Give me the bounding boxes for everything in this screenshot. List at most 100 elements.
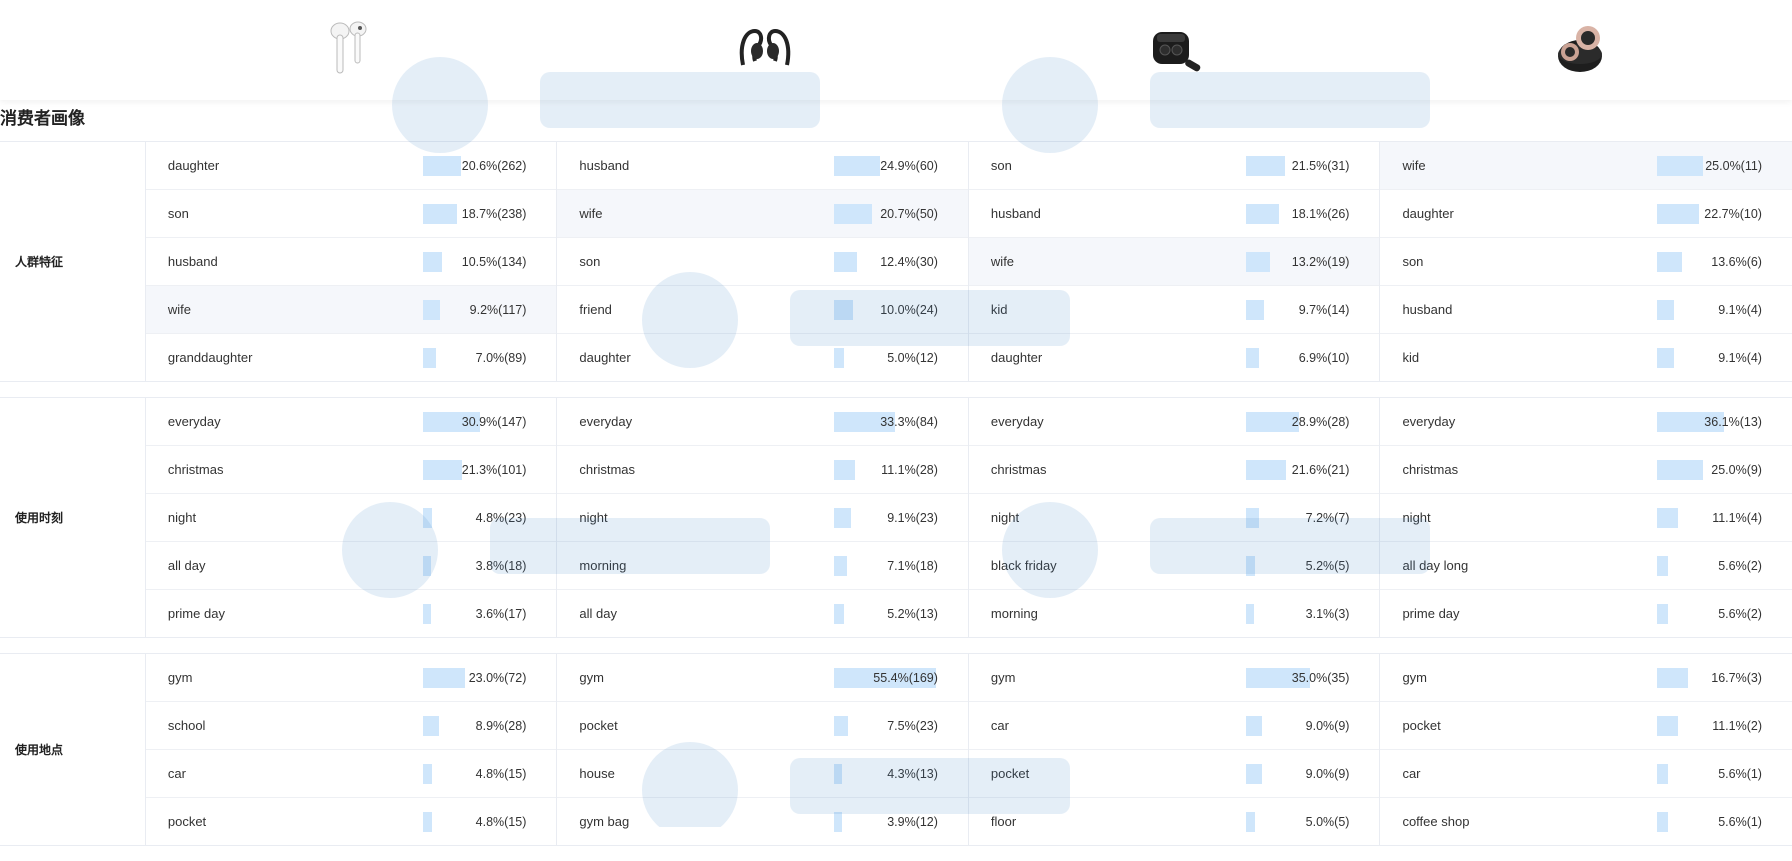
keyword-label: car	[990, 718, 1009, 733]
percent-value: 28.9%(28)	[1291, 414, 1350, 429]
table-row[interactable]: night 7.2%(7)	[968, 494, 1380, 542]
table-row[interactable]: christmas 21.6%(21)	[968, 446, 1380, 494]
percent-bar	[1657, 252, 1683, 272]
product-1-image[interactable]	[305, 14, 395, 86]
percent-bar	[834, 556, 848, 576]
percent-bar	[834, 508, 852, 528]
table-row[interactable]: daughter 20.6%(262)	[145, 142, 557, 190]
table-row[interactable]: car 4.8%(15)	[145, 750, 557, 798]
table-row[interactable]: husband 10.5%(134)	[145, 238, 557, 286]
section-2: 使用地点 gym 23.0%(72) school 8.9%(28) car 4.8%(15…	[0, 653, 1792, 846]
keyword-label: gym	[579, 670, 604, 685]
table-row[interactable]: son 12.4%(30)	[557, 238, 968, 286]
keyword-label: pocket	[579, 718, 618, 733]
table-row[interactable]: black friday 5.2%(5)	[968, 542, 1380, 590]
keyword-label: gym	[1402, 670, 1428, 685]
table-row[interactable]: christmas 25.0%(9)	[1380, 446, 1792, 494]
table-row[interactable]: wife 9.2%(117)	[145, 286, 557, 334]
table-row[interactable]: son 18.7%(238)	[145, 190, 557, 238]
product-column-4: wife 25.0%(11) daughter 22.7%(10) son 13.6%(6…	[1380, 142, 1792, 381]
percent-value: 13.6%(6)	[1711, 254, 1762, 269]
table-row[interactable]: school 8.9%(28)	[145, 702, 557, 750]
table-row[interactable]: all day long 5.6%(2)	[1380, 542, 1792, 590]
table-row[interactable]: wife 25.0%(11)	[1380, 142, 1792, 190]
table-row[interactable]: floor 5.0%(5)	[969, 798, 1380, 845]
table-row[interactable]: car 9.0%(9)	[968, 702, 1380, 750]
keyword-label: prime day	[167, 606, 225, 621]
product-column-1: everyday 30.9%(147) christmas 21.3%(101) nig…	[145, 398, 558, 637]
percent-bar	[834, 460, 855, 480]
table-row[interactable]: gym 23.0%(72)	[145, 654, 557, 702]
table-row[interactable]: all day 3.8%(18)	[145, 542, 557, 590]
table-row[interactable]: house 4.3%(13)	[557, 750, 968, 798]
table-row[interactable]: all day 5.2%(13)	[557, 590, 968, 637]
table-row[interactable]: son 21.5%(31)	[968, 142, 1380, 190]
table-row[interactable]: everyday 30.9%(147)	[145, 398, 557, 446]
percent-bar	[1657, 460, 1704, 480]
table-row[interactable]: christmas 21.3%(101)	[145, 446, 557, 494]
keyword-label: everyday	[990, 414, 1044, 429]
table-row[interactable]: everyday 36.1%(13)	[1380, 398, 1792, 446]
percent-value: 3.8%(18)	[475, 558, 527, 573]
table-row[interactable]: kid 9.7%(14)	[968, 286, 1380, 334]
percent-bar	[834, 156, 881, 176]
table-row[interactable]: prime day 5.6%(2)	[1380, 590, 1792, 637]
keyword-label: son	[167, 206, 189, 221]
product-header	[0, 0, 1792, 100]
table-row[interactable]: night 9.1%(23)	[557, 494, 968, 542]
table-row[interactable]: wife 13.2%(19)	[968, 238, 1380, 286]
percent-bar	[422, 556, 431, 576]
table-row[interactable]: son 13.6%(6)	[1380, 238, 1792, 286]
percent-bar	[1657, 604, 1668, 624]
table-row[interactable]: friend 10.0%(24)	[557, 286, 968, 334]
percent-bar	[1657, 764, 1668, 784]
table-row[interactable]: night 4.8%(23)	[145, 494, 557, 542]
table-row[interactable]: prime day 3.6%(17)	[146, 590, 557, 637]
table-row[interactable]: kid 9.1%(4)	[1380, 334, 1792, 381]
product-column-2: everyday 33.3%(84) christmas 11.1%(28) night…	[557, 398, 969, 637]
table-row[interactable]: morning 3.1%(3)	[969, 590, 1380, 637]
table-row[interactable]: wife 20.7%(50)	[557, 190, 968, 238]
percent-bar	[1657, 508, 1678, 528]
table-row[interactable]: granddaughter 7.0%(89)	[146, 334, 557, 381]
keyword-label: everyday	[579, 414, 633, 429]
consumer-profile-tables: 人群特征 daughter 20.6%(262) son 18.7%(238) husba…	[0, 141, 1792, 861]
table-row[interactable]: gym 16.7%(3)	[1380, 654, 1792, 702]
table-row[interactable]: morning 7.1%(18)	[557, 542, 968, 590]
product-2-image[interactable]	[720, 14, 810, 86]
table-row[interactable]: everyday 33.3%(84)	[557, 398, 968, 446]
table-row[interactable]: husband 24.9%(60)	[557, 142, 968, 190]
table-row[interactable]: gym 55.4%(169)	[557, 654, 968, 702]
keyword-label: all day long	[1402, 558, 1469, 573]
table-row[interactable]: pocket 7.5%(23)	[557, 702, 968, 750]
percent-bar	[422, 668, 466, 688]
percent-value: 3.6%(17)	[475, 606, 527, 621]
percent-value: 18.7%(238)	[461, 206, 527, 221]
percent-bar	[1245, 508, 1260, 528]
percent-value: 5.0%(12)	[887, 350, 938, 365]
table-row[interactable]: everyday 28.9%(28)	[968, 398, 1380, 446]
table-row[interactable]: pocket 9.0%(9)	[968, 750, 1380, 798]
table-row[interactable]: coffee shop 5.6%(1)	[1380, 798, 1792, 845]
product-4-image[interactable]	[1540, 14, 1630, 86]
percent-bar	[1245, 604, 1254, 624]
percent-bar	[1657, 668, 1689, 688]
table-row[interactable]: daughter 22.7%(10)	[1380, 190, 1792, 238]
table-row[interactable]: gym 35.0%(35)	[968, 654, 1380, 702]
table-row[interactable]: gym bag 3.9%(12)	[557, 798, 968, 845]
percent-bar	[1657, 300, 1675, 320]
keyword-label: husband	[990, 206, 1041, 221]
product-3-image[interactable]	[1130, 14, 1220, 86]
table-row[interactable]: daughter 5.0%(12)	[557, 334, 968, 381]
table-row[interactable]: christmas 11.1%(28)	[557, 446, 968, 494]
percent-value: 3.1%(3)	[1305, 606, 1350, 621]
table-row[interactable]: husband 9.1%(4)	[1380, 286, 1792, 334]
table-row[interactable]: pocket 4.8%(15)	[146, 798, 557, 845]
keyword-label: daughter	[579, 350, 631, 365]
table-row[interactable]: pocket 11.1%(2)	[1380, 702, 1792, 750]
table-row[interactable]: husband 18.1%(26)	[968, 190, 1380, 238]
table-row[interactable]: car 5.6%(1)	[1380, 750, 1792, 798]
keyword-label: christmas	[990, 462, 1047, 477]
table-row[interactable]: daughter 6.9%(10)	[969, 334, 1380, 381]
table-row[interactable]: night 11.1%(4)	[1380, 494, 1792, 542]
